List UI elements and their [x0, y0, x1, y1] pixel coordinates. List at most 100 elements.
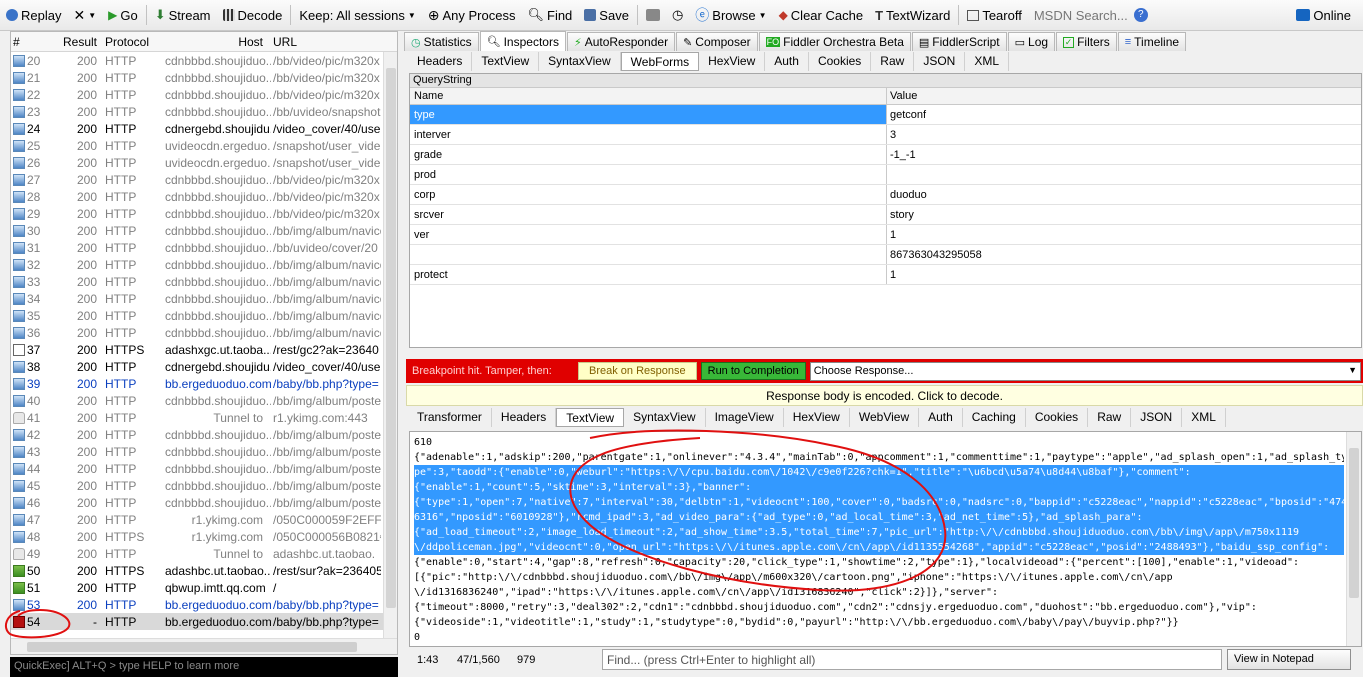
col-header-host[interactable]: Host	[163, 35, 271, 49]
querystring-grid[interactable]: QueryString Name Value type getconf interv…	[409, 73, 1362, 348]
session-row[interactable]: 41 200 HTTP Tunnel to r1.ykimg.com:443	[11, 409, 397, 426]
req-tab-hexview[interactable]: HexView	[699, 52, 766, 71]
session-row[interactable]: 37 200 HTTPS adashxgc.ut.taoba.../rest/gc2?…	[11, 341, 397, 358]
decode-notice[interactable]: Response body is encoded. Click to decod…	[406, 385, 1363, 406]
param-value[interactable]: 1	[887, 265, 1361, 284]
remove-button[interactable]: ✕ ▼	[67, 3, 102, 27]
tab-autoresponder[interactable]: ⚡ AutoResponder	[566, 32, 676, 51]
session-row[interactable]: 44 200 HTTP cdnbbbd.shoujiduo.../bb/img/alb…	[11, 460, 397, 477]
querystring-row[interactable]: grade -1_-1	[410, 145, 1361, 165]
param-name[interactable]: grade	[410, 145, 887, 164]
resp-tab-json[interactable]: JSON	[1131, 408, 1183, 427]
req-tab-webforms[interactable]: WebForms	[620, 52, 700, 71]
session-row[interactable]: 39 200 HTTP bb.ergeduoduo.com/baby/bb.php?t…	[11, 375, 397, 392]
view-in-notepad-button[interactable]: View in Notepad	[1227, 649, 1351, 670]
param-value[interactable]: 1	[887, 225, 1361, 244]
session-row[interactable]: 29 200 HTTP cdnbbbd.shoujiduo.../bb/video/p…	[11, 205, 397, 222]
session-scrollbar-vertical[interactable]	[383, 52, 397, 638]
session-scrollbar-horizontal[interactable]	[11, 638, 397, 654]
session-row[interactable]: 36 200 HTTP cdnbbbd.shoujiduo.../bb/img/alb…	[11, 324, 397, 341]
param-value[interactable]: getconf	[887, 105, 1361, 124]
col-header-protocol[interactable]: Protocol	[103, 35, 163, 49]
keep-sessions-dropdown[interactable]: Keep: All sessions ▼	[293, 3, 421, 27]
session-row[interactable]: 53 200 HTTP bb.ergeduoduo.com/baby/bb.php?t…	[11, 596, 397, 613]
find-input[interactable]: Find... (press Ctrl+Enter to highlight a…	[602, 649, 1222, 670]
querystring-row[interactable]: srcver story	[410, 205, 1361, 225]
replay-button[interactable]: Replay	[0, 3, 67, 27]
session-row[interactable]: 32 200 HTTP cdnbbbd.shoujiduo.../bb/img/alb…	[11, 256, 397, 273]
req-tab-auth[interactable]: Auth	[765, 52, 809, 71]
querystring-row[interactable]: corp duoduo	[410, 185, 1361, 205]
session-list[interactable]: # Result Protocol Host URL 20 200 HTTP cdnb…	[10, 31, 398, 655]
session-row[interactable]: 23 200 HTTP cdnbbbd.shoujiduo.../bb/uvideo/…	[11, 103, 397, 120]
msdn-search-input[interactable]: MSDN Search...	[1028, 3, 1128, 27]
session-row[interactable]: 49 200 HTTP Tunnel to adashbc.ut.taobao.	[11, 545, 397, 562]
session-row[interactable]: 34 200 HTTP cdnbbbd.shoujiduo.../bb/img/alb…	[11, 290, 397, 307]
col-header-result[interactable]: Result	[61, 35, 103, 49]
response-scrollbar[interactable]	[1346, 432, 1361, 646]
tab-log[interactable]: ▭ Log	[1007, 32, 1056, 51]
session-row[interactable]: 22 200 HTTP cdnbbbd.shoujiduo.../bb/video/p…	[11, 86, 397, 103]
textwizard-button[interactable]: T TextWizard	[869, 3, 956, 27]
resp-tab-webview[interactable]: WebView	[849, 408, 920, 427]
param-name[interactable]: protect	[410, 265, 887, 284]
session-row[interactable]: 20 200 HTTP cdnbbbd.shoujiduo.../bb/video/p…	[11, 52, 397, 69]
quickexec-input[interactable]: QuickExec] ALT+Q > type HELP to learn mo…	[10, 657, 398, 677]
querystring-row[interactable]: protect 1	[410, 265, 1361, 285]
req-tab-cookies[interactable]: Cookies	[808, 52, 872, 71]
session-row[interactable]: 33 200 HTTP cdnbbbd.shoujiduo.../bb/img/alb…	[11, 273, 397, 290]
run-to-completion-button[interactable]: Run to Completion	[700, 362, 806, 380]
session-row[interactable]: 27 200 HTTP cdnbbbd.shoujiduo.../bb/video/p…	[11, 171, 397, 188]
param-value[interactable]: -1_-1	[887, 145, 1361, 164]
decode-button[interactable]: Decode	[217, 3, 289, 27]
any-process-button[interactable]: ⊕ Any Process	[422, 3, 522, 27]
break-on-response-button[interactable]: Break on Response	[578, 362, 697, 380]
req-tab-headers[interactable]: Headers	[408, 52, 473, 71]
session-row[interactable]: 51 200 HTTP qbwup.imtt.qq.com /	[11, 579, 397, 596]
querystring-row[interactable]: ver 1	[410, 225, 1361, 245]
online-indicator[interactable]: Online	[1290, 3, 1357, 27]
param-value[interactable]: story	[887, 205, 1361, 224]
tab-statistics[interactable]: ◷ Statistics	[404, 32, 479, 51]
session-row[interactable]: 43 200 HTTP cdnbbbd.shoujiduo.../bb/img/alb…	[11, 443, 397, 460]
col-header-name[interactable]: Name	[410, 88, 887, 104]
screenshot-button[interactable]	[640, 3, 666, 27]
session-row[interactable]: 24 200 HTTP cdnergebd.shoujidu.../video_cov…	[11, 120, 397, 137]
req-tab-raw[interactable]: Raw	[871, 52, 915, 71]
resp-tab-textview[interactable]: TextView	[556, 408, 625, 427]
session-row[interactable]: 42 200 HTTP cdnbbbd.shoujiduo.../bb/img/alb…	[11, 426, 397, 443]
param-name[interactable]: interver	[410, 125, 887, 144]
param-name[interactable]	[410, 245, 887, 264]
session-row[interactable]: 46 200 HTTP cdnbbbd.shoujiduo.../bb/img/alb…	[11, 494, 397, 511]
req-tab-xml[interactable]: XML	[965, 52, 1010, 71]
req-tab-json[interactable]: JSON	[914, 52, 966, 71]
param-name[interactable]: type	[410, 105, 887, 124]
col-header-value[interactable]: Value	[887, 88, 1361, 104]
session-row[interactable]: 47 200 HTTP r1.ykimg.com/050C000059F2EFF3	[11, 511, 397, 528]
scrollbar-thumb[interactable]	[1349, 448, 1359, 598]
param-name[interactable]: srcver	[410, 205, 887, 224]
tearoff-button[interactable]: Tearoff	[961, 3, 1028, 27]
timer-button[interactable]: ◷	[666, 3, 689, 27]
resp-tab-syntaxview[interactable]: SyntaxView	[624, 408, 706, 427]
scrollbar-thumb[interactable]	[386, 68, 396, 608]
querystring-row[interactable]: 867363043295058	[410, 245, 1361, 265]
resp-tab-auth[interactable]: Auth	[919, 408, 963, 427]
session-row[interactable]: 50 200 HTTPS adashbc.ut.taobao..../rest/sur…	[11, 562, 397, 579]
session-row[interactable]: 54 - HTTP bb.ergeduoduo.com/baby/bb.php?typ…	[11, 613, 397, 630]
help-button[interactable]: ?	[1128, 3, 1154, 27]
session-row[interactable]: 30 200 HTTP cdnbbbd.shoujiduo.../bb/img/alb…	[11, 222, 397, 239]
resp-tab-imageview[interactable]: ImageView	[705, 408, 784, 427]
param-value[interactable]	[887, 165, 1361, 184]
stream-button[interactable]: ⬇ Stream	[149, 3, 217, 27]
req-tab-syntaxview[interactable]: SyntaxView	[539, 52, 621, 71]
tab-composer[interactable]: ✎ Composer	[676, 32, 758, 51]
choose-response-select[interactable]: Choose Response...	[809, 361, 1361, 381]
session-row[interactable]: 25 200 HTTP uvideocdn.ergeduo.../snapshot/u…	[11, 137, 397, 154]
req-tab-textview[interactable]: TextView	[472, 52, 540, 71]
col-header-num[interactable]: #	[11, 35, 61, 49]
resp-tab-cookies[interactable]: Cookies	[1025, 408, 1089, 427]
param-name[interactable]: corp	[410, 185, 887, 204]
session-row[interactable]: 38 200 HTTP cdnergebd.shoujidu.../video_cov…	[11, 358, 397, 375]
querystring-row[interactable]: interver 3	[410, 125, 1361, 145]
